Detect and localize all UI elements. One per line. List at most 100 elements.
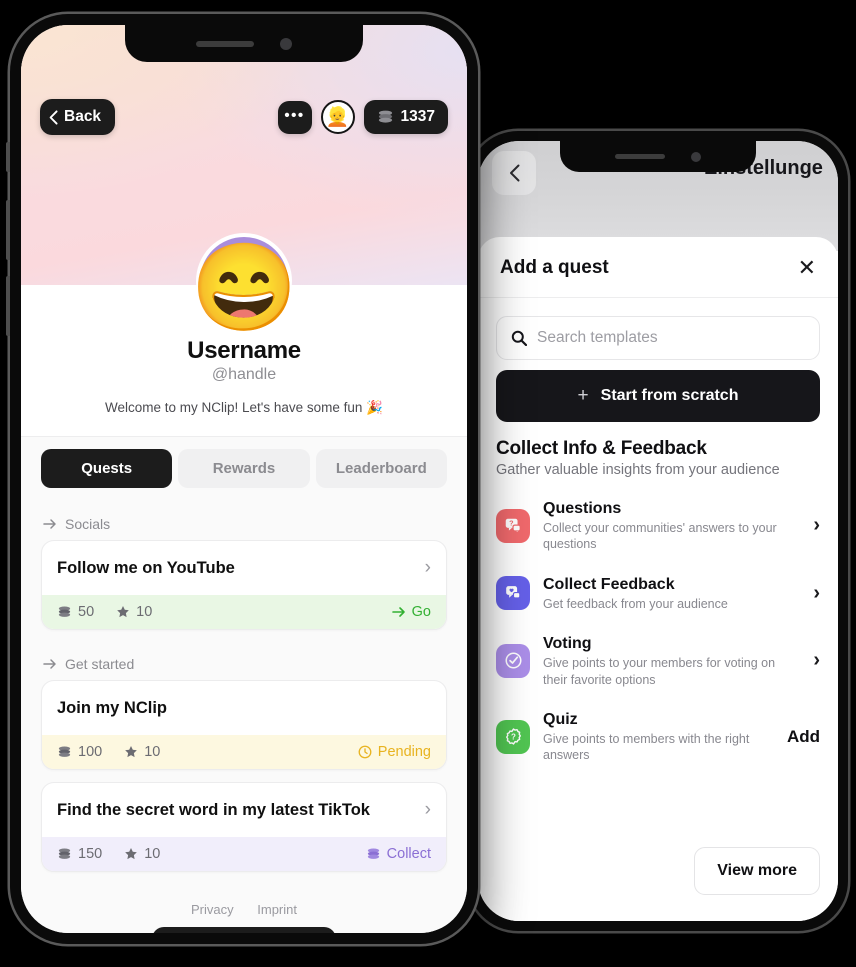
star-icon: [125, 847, 138, 860]
quest-footer: 50 10 Go: [42, 595, 446, 629]
sheet-body: + Start from scratch Collect Info & Feed…: [478, 298, 838, 839]
sheet-header: Add a quest ✕: [478, 237, 838, 298]
tabs-container: Quests Rewards Leaderboard: [21, 436, 467, 502]
tab-leaderboard[interactable]: Leaderboard: [315, 449, 447, 488]
coins-value: 1337: [400, 108, 435, 125]
sheet-footer: View more: [478, 839, 838, 921]
quest-list: Socials Follow me on YouTube › 50 10 Go …: [21, 502, 467, 888]
group-label-text: Socials: [65, 516, 111, 532]
arrow-right-icon: [43, 519, 56, 529]
coins-badge[interactable]: 1337: [363, 100, 448, 134]
quest-card-youtube[interactable]: Follow me on YouTube › 50 10 Go: [41, 540, 447, 630]
coin-stack-icon: [58, 605, 71, 617]
quest-action-label: Pending: [377, 744, 431, 760]
imprint-link[interactable]: Imprint: [257, 902, 297, 917]
quest-status-pending: Pending: [358, 744, 431, 760]
chevron-right-icon[interactable]: ›: [425, 799, 431, 821]
chevron-right-icon[interactable]: ›: [425, 557, 431, 579]
template-name: Collect Feedback: [543, 575, 675, 593]
template-text: Collect Feedback Get feedback from your …: [543, 575, 800, 612]
template-row-quiz[interactable]: ? Quiz Give points to members with the r…: [496, 699, 820, 775]
template-row-questions[interactable]: ? Questions Collect your communities' an…: [496, 488, 820, 564]
search-templates-box[interactable]: [496, 316, 820, 360]
dynamic-island: [125, 25, 363, 62]
tab-rewards[interactable]: Rewards: [178, 449, 310, 488]
phone-back-device: Einstellungen Add a quest ✕ Search templ…: [464, 131, 848, 931]
template-desc: Give points to your members for voting o…: [543, 656, 776, 687]
avatar: 😄: [190, 233, 298, 331]
group-label-text: Get started: [65, 656, 135, 672]
template-name: Voting: [543, 635, 592, 653]
heart-bubble-icon: [496, 576, 530, 611]
plus-icon: +: [577, 385, 589, 406]
add-quiz-button[interactable]: Add: [787, 727, 820, 747]
quest-card-tiktok[interactable]: Find the secret word in my latest TikTok…: [41, 782, 447, 872]
quest-action-collect[interactable]: Collect: [366, 846, 431, 862]
template-name: Questions: [543, 500, 622, 517]
device-button-mute[interactable]: [6, 142, 10, 172]
avatar-button[interactable]: 👱: [320, 100, 355, 134]
quest-coins-value: 50: [78, 604, 95, 620]
quest-coins: 50: [57, 604, 94, 620]
quest-footer: 150 10 Collect: [42, 837, 446, 871]
quest-coins: 150: [57, 846, 102, 862]
privacy-link[interactable]: Privacy: [191, 902, 234, 917]
back-button[interactable]: Back: [40, 99, 116, 135]
chevron-right-icon[interactable]: ›: [813, 649, 820, 672]
settings-back-button[interactable]: [492, 151, 536, 195]
screenshot-stage: Einstellungen Add a quest ✕ Search templ…: [0, 0, 856, 967]
phone-front-device: Back ••• 👱 1337 😄 Username @handle Welco…: [6, 14, 478, 944]
arrow-right-icon: [43, 659, 56, 669]
device-button-volume-down[interactable]: [6, 276, 10, 336]
svg-text:?: ?: [511, 733, 516, 742]
chevron-left-icon: [509, 164, 519, 182]
created-with-badge[interactable]: created with Clip: [151, 927, 337, 933]
chevron-right-icon[interactable]: ›: [813, 514, 820, 537]
quest-card-join-nclip[interactable]: Join my NClip 100 10 Pending: [41, 680, 447, 770]
quest-head: Join my NClip: [42, 681, 446, 735]
earpiece-speaker: [196, 40, 254, 47]
search-input[interactable]: [537, 329, 805, 347]
quest-title: Follow me on YouTube: [57, 558, 235, 577]
quiz-badge-icon: ?: [496, 719, 530, 754]
quest-action-label: Go: [411, 604, 431, 620]
front-camera: [691, 151, 701, 162]
more-options-button[interactable]: •••: [277, 100, 312, 134]
template-name: Quiz: [543, 710, 578, 728]
page-title: Username: [187, 337, 301, 364]
device-button-volume-up[interactable]: [6, 200, 10, 260]
star-icon: [125, 745, 138, 758]
template-row-collect-feedback[interactable]: Collect Feedback Get feedback from your …: [496, 564, 820, 623]
quest-stars: 10: [116, 604, 152, 620]
quest-stars-value: 10: [136, 604, 153, 620]
quest-action-go[interactable]: Go: [391, 604, 431, 620]
start-from-scratch-button[interactable]: + Start from scratch: [496, 370, 820, 422]
quest-title: Find the secret word in my latest TikTok: [57, 800, 370, 819]
tab-quests[interactable]: Quests: [41, 449, 173, 488]
template-desc: Collect your communities' answers to you…: [543, 521, 777, 552]
chevron-right-icon[interactable]: ›: [813, 582, 820, 605]
template-row-voting[interactable]: Voting Give points to your members for v…: [496, 623, 820, 699]
template-desc: Get feedback from your audience: [543, 596, 728, 611]
coin-stack-icon: [378, 110, 392, 123]
quest-coins-value: 150: [78, 846, 103, 862]
memoji-glyph: 😄: [190, 240, 298, 336]
quest-group-label-get-started: Get started: [41, 642, 447, 680]
section-subtitle: Gather valuable insights from your audie…: [496, 462, 780, 478]
chevron-left-icon: [49, 109, 58, 125]
quest-group-label-socials: Socials: [41, 502, 447, 540]
phone-front-screen: Back ••• 👱 1337 😄 Username @handle Welco…: [21, 25, 467, 933]
quest-coins: 100: [57, 744, 102, 760]
profile-handle: @handle: [211, 366, 277, 383]
quest-stars: 10: [124, 846, 160, 862]
star-icon: [117, 605, 129, 618]
quest-coins-value: 100: [78, 744, 103, 760]
front-camera: [280, 37, 292, 50]
add-quest-sheet: Add a quest ✕ + Start from scratch: [478, 237, 838, 921]
profile-hero: Back ••• 👱 1337 😄: [21, 25, 467, 331]
made-with-wrap: created with Clip: [21, 925, 467, 933]
close-icon[interactable]: ✕: [798, 257, 816, 279]
view-more-button[interactable]: View more: [694, 847, 820, 895]
dynamic-island: [560, 141, 756, 172]
section-title: Collect Info & Feedback: [496, 438, 707, 459]
